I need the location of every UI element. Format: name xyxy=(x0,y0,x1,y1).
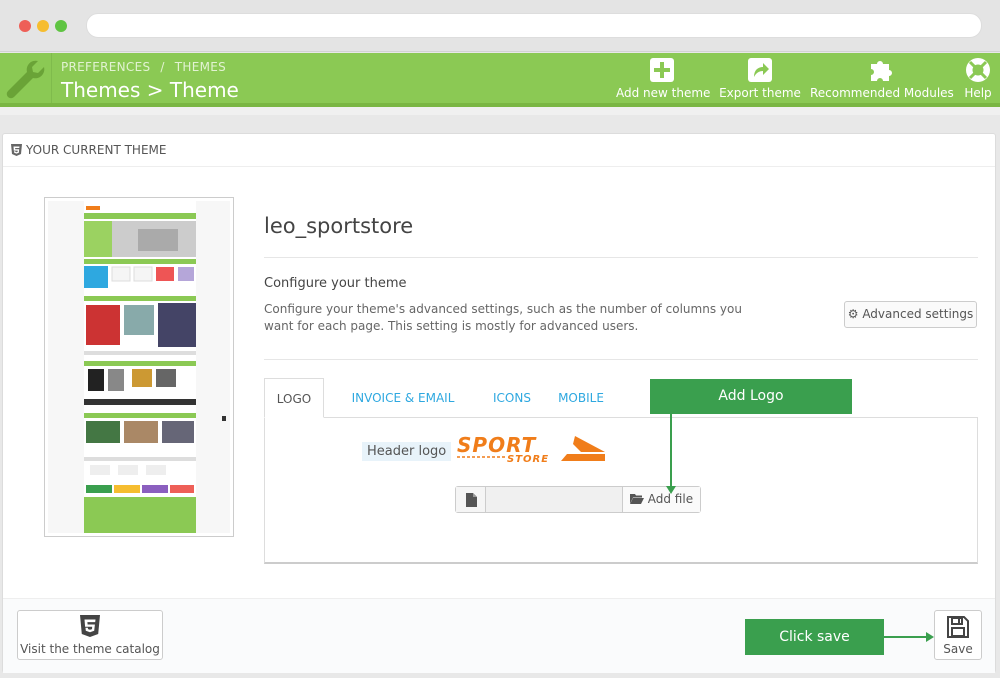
breadcrumb: PREFERENCES / THEMES xyxy=(61,60,226,74)
add-file-button[interactable]: Add file xyxy=(622,487,700,512)
visit-theme-catalog-button[interactable]: Visit the theme catalog xyxy=(17,610,163,660)
advanced-settings-button[interactable]: ⚙ Advanced settings xyxy=(844,301,977,328)
tab-mobile[interactable]: MOBILE xyxy=(553,378,609,418)
export-theme-button[interactable]: Export theme xyxy=(718,57,802,103)
theme-name: leo_sportstore xyxy=(264,214,414,238)
header-shadow xyxy=(0,107,1000,115)
add-new-theme-label: Add new theme xyxy=(616,86,711,100)
logo-tab-content: Header logo SPORT STORE Add file xyxy=(264,417,978,564)
page-title: Themes > Theme xyxy=(61,78,239,102)
tab-logo[interactable]: LOGO xyxy=(264,378,324,418)
add-logo-arrow xyxy=(666,414,676,494)
advanced-settings-label: Advanced settings xyxy=(862,307,974,321)
visit-theme-catalog-label: Visit the theme catalog xyxy=(20,642,160,656)
plus-square-icon xyxy=(650,58,674,82)
click-save-arrow xyxy=(884,632,934,642)
save-label: Save xyxy=(943,642,973,656)
html5-icon xyxy=(11,144,22,156)
sportstore-logo: SPORT STORE xyxy=(455,433,607,465)
configure-description: Configure your theme's advanced settings… xyxy=(264,302,742,333)
browser-chrome xyxy=(0,0,1000,52)
theme-preview-frame xyxy=(44,197,234,537)
save-button[interactable]: Save xyxy=(934,610,982,660)
lifebuoy-icon xyxy=(966,58,990,82)
header-logo-label: Header logo xyxy=(362,442,452,461)
breadcrumb-themes[interactable]: THEMES xyxy=(175,60,226,74)
close-window-icon[interactable] xyxy=(19,20,31,32)
file-icon xyxy=(456,487,486,512)
click-save-callout: Click save xyxy=(745,619,884,655)
panel-heading: YOUR CURRENT THEME xyxy=(3,134,995,167)
wrench-icon xyxy=(0,53,52,103)
add-logo-callout: Add Logo xyxy=(650,379,852,414)
floppy-disk-icon xyxy=(947,616,969,638)
add-new-theme-button[interactable]: Add new theme xyxy=(616,57,711,103)
html5-icon xyxy=(80,615,100,637)
recommended-modules-label: Recommended Modules xyxy=(810,86,954,100)
recommended-modules-button[interactable]: Recommended Modules xyxy=(810,57,954,103)
divider xyxy=(264,257,978,258)
folder-open-icon xyxy=(629,492,648,506)
tab-icons[interactable]: ICONS xyxy=(489,378,535,418)
minimize-window-icon[interactable] xyxy=(37,20,49,32)
panel-heading-text: YOUR CURRENT THEME xyxy=(26,143,167,157)
configure-title: Configure your theme xyxy=(264,276,407,291)
breadcrumb-preferences[interactable]: PREFERENCES xyxy=(61,60,150,74)
share-icon xyxy=(748,58,772,82)
breadcrumb-separator: / xyxy=(160,60,165,74)
help-button[interactable]: Help xyxy=(958,57,998,103)
tab-invoice-email-logos[interactable]: INVOICE & EMAIL LOGOS xyxy=(332,378,474,445)
page-header: PREFERENCES / THEMES Themes > Theme Add ne… xyxy=(0,53,1000,107)
help-label: Help xyxy=(964,86,992,100)
gear-icon: ⚙ xyxy=(847,307,859,321)
theme-preview-image xyxy=(48,201,230,533)
address-bar[interactable] xyxy=(86,13,982,38)
maximize-window-icon[interactable] xyxy=(55,20,67,32)
divider xyxy=(264,359,978,360)
svg-text:STORE: STORE xyxy=(507,454,549,464)
puzzle-icon xyxy=(871,61,892,81)
export-theme-label: Export theme xyxy=(719,86,801,100)
